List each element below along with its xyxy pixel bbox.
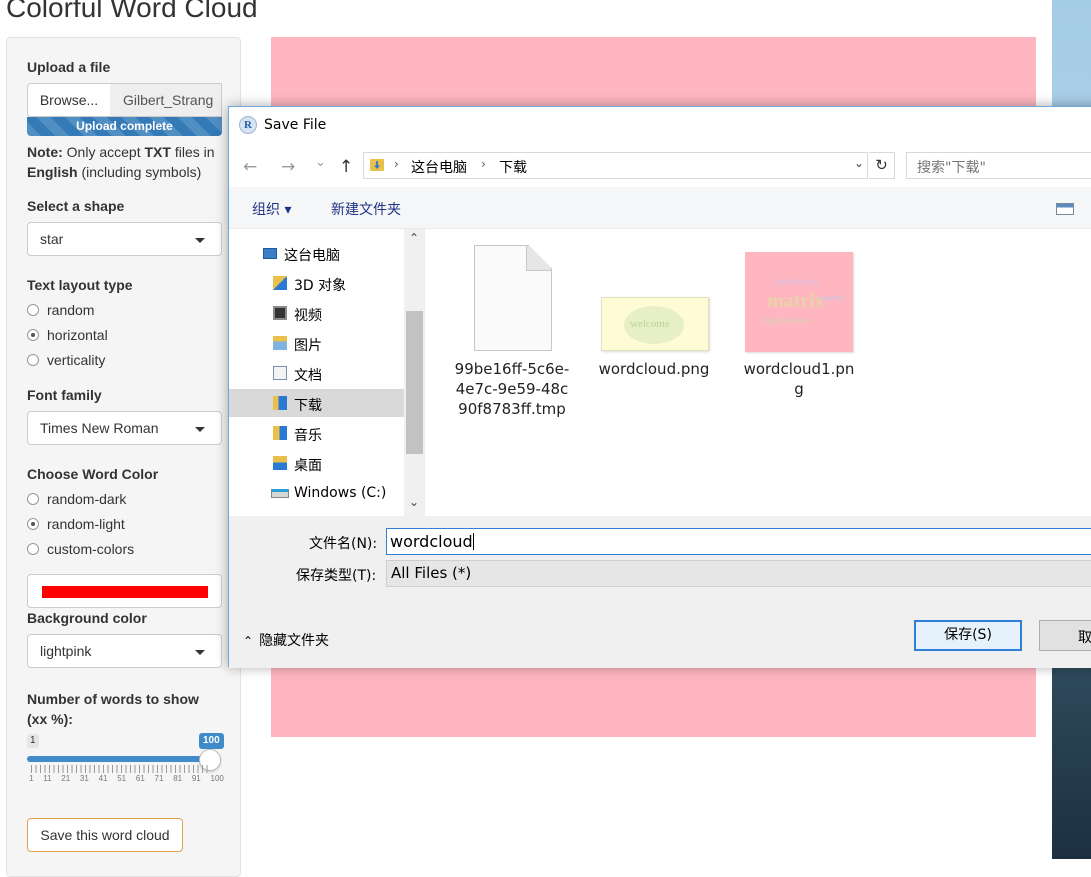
file-list: 99be16ff-5c6e-4e7c-9e59-48c90f8783ff.tmp… <box>426 229 1091 516</box>
radio-icon <box>27 493 39 505</box>
image-thumbnail-icon: welcome <box>601 297 709 351</box>
app-title: Colorful Word Cloud <box>6 0 258 23</box>
word-color-label: Choose Word Color <box>27 466 159 482</box>
pictures-icon <box>273 336 287 350</box>
breadcrumb-this-pc[interactable]: 这台电脑 <box>411 157 467 177</box>
up-arrow-icon[interactable]: ↑ <box>339 157 353 177</box>
forward-arrow-icon[interactable]: → <box>281 157 295 177</box>
slider-ticks <box>31 765 211 773</box>
chevron-down-icon <box>195 238 205 243</box>
documents-icon <box>273 366 287 380</box>
nav-item-pictures[interactable]: 图片 <box>229 329 404 357</box>
image-thumbnail-icon: definition matrix algebra lecture equati… <box>745 252 853 352</box>
nav-item-music[interactable]: 音乐 <box>229 419 404 447</box>
music-icon <box>273 426 287 440</box>
color-swatch <box>42 586 208 598</box>
recent-locations-icon[interactable]: ⌄ <box>315 155 326 170</box>
new-folder-button[interactable]: 新建文件夹 <box>331 199 401 219</box>
nav-item-desktop[interactable]: 桌面 <box>229 449 404 477</box>
dialog-toolbar: 组织 ▾ 新建文件夹 <box>229 187 1091 229</box>
color-option-random-dark[interactable]: random-dark <box>27 491 126 507</box>
upload-progress-bar: Upload complete <box>27 117 222 136</box>
organize-button[interactable]: 组织 ▾ <box>252 199 291 219</box>
save-file-dialog: R Save File ← → ⌄ ↑ › 这台电脑 › 下载 ⌄ ↻ 搜索"下… <box>228 106 1091 668</box>
custom-color-picker[interactable] <box>27 574 222 608</box>
r-app-icon: R <box>239 116 257 134</box>
downloads-icon <box>273 396 287 410</box>
chevron-right-icon: › <box>481 157 486 171</box>
filetype-select[interactable]: All Files (*) <box>386 560 1091 587</box>
3d-objects-icon <box>273 276 287 290</box>
upload-note: Note: Only accept TXT files in English (… <box>27 144 215 180</box>
radio-icon <box>27 543 39 555</box>
cancel-button[interactable]: 取 <box>1039 620 1091 651</box>
words-slider[interactable]: 1 100 1 11 21 31 41 51 61 71 81 91 100 <box>27 728 224 788</box>
nav-item-videos[interactable]: 视频 <box>229 299 404 327</box>
chevron-down-icon[interactable]: ⌄ <box>409 495 419 509</box>
chevron-down-icon <box>195 427 205 432</box>
drive-icon <box>271 489 289 498</box>
nav-scrollbar-thumb[interactable] <box>406 311 423 454</box>
slider-value-label: 100 <box>199 733 224 749</box>
nav-item-this-pc[interactable]: 这台电脑 <box>229 239 404 267</box>
navigation-bar: ← → ⌄ ↑ › 这台电脑 › 下载 ⌄ ↻ 搜索"下载" <box>229 145 1091 187</box>
background-label: Background color <box>27 610 147 626</box>
layout-label: Text layout type <box>27 277 133 293</box>
address-bar[interactable]: › 这台电脑 › 下载 ⌄ <box>363 152 868 179</box>
chevron-up-icon[interactable]: ⌃ <box>409 231 419 245</box>
nav-item-3d-objects[interactable]: 3D 对象 <box>229 269 404 297</box>
layout-option-horizontal[interactable]: horizontal <box>27 327 108 343</box>
nav-item-downloads[interactable]: 下载 <box>229 389 404 417</box>
layout-option-verticality[interactable]: verticality <box>27 352 105 368</box>
breadcrumb-downloads[interactable]: 下载 <box>499 157 527 177</box>
radio-icon <box>27 354 39 366</box>
navigation-pane: 这台电脑 3D 对象 视频 图片 文档 下载 音乐 桌面 Windows (C:… <box>229 229 425 516</box>
desktop-icon <box>273 456 287 470</box>
nav-item-windows-c[interactable]: Windows (C:) <box>229 479 404 507</box>
slider-bar[interactable] <box>27 756 209 762</box>
videos-icon <box>273 306 287 320</box>
blank-file-icon <box>474 245 552 351</box>
radio-checked-icon <box>27 518 39 530</box>
browse-button[interactable]: Browse... <box>27 83 111 117</box>
chevron-down-icon <box>195 650 205 655</box>
nav-item-documents[interactable]: 文档 <box>229 359 404 387</box>
view-mode-icon[interactable] <box>1056 203 1074 215</box>
dialog-titlebar[interactable]: R Save File <box>229 107 1091 145</box>
filename-input[interactable]: wordcloud <box>386 528 1091 555</box>
shape-label: Select a shape <box>27 198 125 214</box>
font-select[interactable]: Times New Roman <box>27 411 222 445</box>
color-option-custom[interactable]: custom-colors <box>27 541 134 557</box>
slider-tick-labels: 1 11 21 31 41 51 61 71 81 91 100 <box>29 774 224 783</box>
save-button[interactable]: 保存(S) <box>914 620 1022 651</box>
radio-icon <box>27 304 39 316</box>
words-slider-label: Number of words to show (xx %): <box>27 691 199 727</box>
chevron-down-icon[interactable]: ⌄ <box>854 156 864 170</box>
downloads-folder-icon <box>370 159 384 171</box>
background-select[interactable]: lightpink <box>27 634 222 668</box>
color-option-random-light[interactable]: random-light <box>27 516 125 532</box>
refresh-icon[interactable]: ↻ <box>869 152 895 179</box>
shape-select[interactable]: star <box>27 222 222 256</box>
slider-min-label: 1 <box>27 734 39 748</box>
back-arrow-icon[interactable]: ← <box>243 157 257 177</box>
dialog-title: Save File <box>264 117 327 133</box>
sidebar-panel: Upload a file Browse... Gilbert_Strang U… <box>6 37 241 877</box>
save-word-cloud-button[interactable]: Save this word cloud <box>27 818 183 852</box>
uploaded-file-name: Gilbert_Strang <box>110 83 222 117</box>
filetype-label: 保存类型(T): <box>296 568 377 584</box>
filename-label: 文件名(N): <box>309 536 378 552</box>
upload-label: Upload a file <box>27 59 111 75</box>
search-input[interactable]: 搜索"下载" <box>906 152 1091 179</box>
hide-folders-toggle[interactable]: ⌃ 隐藏文件夹 <box>243 630 329 650</box>
layout-option-random[interactable]: random <box>27 302 94 318</box>
chevron-right-icon: › <box>394 157 399 171</box>
radio-checked-icon <box>27 329 39 341</box>
chevron-up-icon: ⌃ <box>243 634 254 648</box>
font-label: Font family <box>27 387 102 403</box>
computer-icon <box>263 248 277 259</box>
dialog-footer: 文件名(N): wordcloud 保存类型(T): All Files (*)… <box>229 516 1091 668</box>
